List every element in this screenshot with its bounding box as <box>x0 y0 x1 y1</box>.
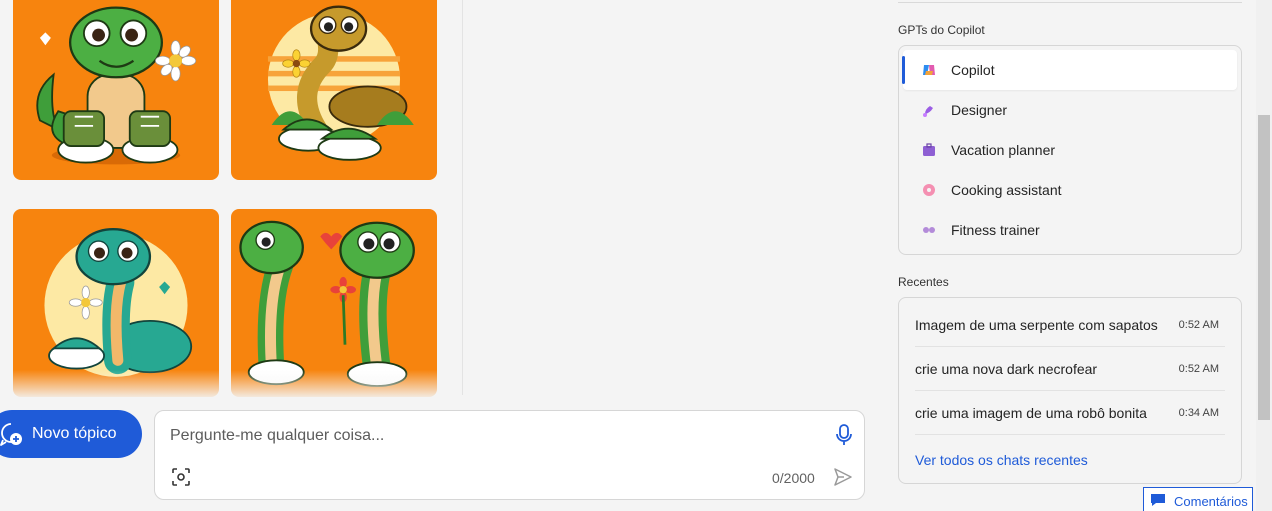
recent-chat-time: 0:52 AM <box>1178 362 1219 375</box>
gpts-section-title: GPTs do Copilot <box>898 23 985 37</box>
gpt-item-designer[interactable]: Designer <box>903 90 1237 130</box>
gpt-item-label: Cooking assistant <box>951 182 1062 198</box>
recent-chat-title: Imagem de uma serpente com sapatos <box>915 316 1158 333</box>
copilot-page: Novo tópico 0/2000 GPTs do Copilot <box>0 0 1272 511</box>
gpt-item-cooking-assistant[interactable]: Cooking assistant <box>903 170 1237 210</box>
recents-panel: Imagem de uma serpente com sapatos 0:52 … <box>898 297 1242 484</box>
recent-chat-item[interactable]: crie uma imagem de uma robô bonita 0:34 … <box>915 391 1225 435</box>
recent-chat-title: crie uma imagem de uma robô bonita <box>915 404 1147 421</box>
images-divider <box>462 0 463 395</box>
new-chat-icon <box>0 421 24 447</box>
gpt-item-label: Designer <box>951 102 1008 118</box>
generated-image-3[interactable] <box>13 209 219 397</box>
sidebar-top-divider <box>898 0 1242 3</box>
feedback-icon <box>1150 493 1166 510</box>
gpt-item-vacation-planner[interactable]: Vacation planner <box>903 130 1237 170</box>
prompt-input[interactable] <box>170 427 810 445</box>
gpt-item-label: Vacation planner <box>951 142 1056 158</box>
new-topic-label: Novo tópico <box>32 425 117 442</box>
recent-chat-title: crie uma nova dark necrofear <box>915 360 1098 377</box>
new-topic-button[interactable]: Novo tópico <box>0 410 142 458</box>
char-counter: 0/2000 <box>772 470 815 486</box>
recents-section-title: Recentes <box>898 275 949 289</box>
recent-chat-time: 0:52 AM <box>1178 318 1219 331</box>
generated-image-2[interactable] <box>231 0 437 180</box>
suitcase-icon <box>921 142 937 158</box>
send-icon[interactable] <box>832 466 854 488</box>
generated-image-4[interactable] <box>231 209 437 397</box>
see-all-recents-link[interactable]: Ver todos os chats recentes <box>915 452 1088 468</box>
gpt-item-label: Copilot <box>951 62 995 78</box>
recent-chat-time: 0:34 AM <box>1178 406 1219 419</box>
feedback-button[interactable]: Comentários <box>1143 487 1253 511</box>
gpts-panel: Copilot Designer Vacation planner Cookin… <box>898 45 1242 255</box>
image-scan-icon[interactable] <box>171 467 191 487</box>
generated-image-1[interactable] <box>13 0 219 180</box>
recent-chat-item[interactable]: crie uma nova dark necrofear 0:52 AM <box>915 347 1225 391</box>
images-fade <box>0 370 462 400</box>
scrollbar-thumb[interactable] <box>1258 115 1270 420</box>
recent-chat-item[interactable]: Imagem de uma serpente com sapatos 0:52 … <box>915 303 1225 347</box>
chat-composer: 0/2000 <box>154 410 865 500</box>
gpt-item-fitness-trainer[interactable]: Fitness trainer <box>903 210 1237 250</box>
gpt-item-label: Fitness trainer <box>951 222 1040 238</box>
generated-images-grid <box>0 0 462 400</box>
recents-list: Imagem de uma serpente com sapatos 0:52 … <box>899 298 1241 435</box>
gpt-item-copilot[interactable]: Copilot <box>902 50 1237 90</box>
copilot-icon <box>921 62 937 78</box>
designer-icon <box>921 102 937 118</box>
feedback-label: Comentários <box>1174 493 1248 509</box>
dumbbell-icon <box>921 222 937 238</box>
donut-icon <box>921 182 937 198</box>
microphone-icon[interactable] <box>833 423 855 447</box>
